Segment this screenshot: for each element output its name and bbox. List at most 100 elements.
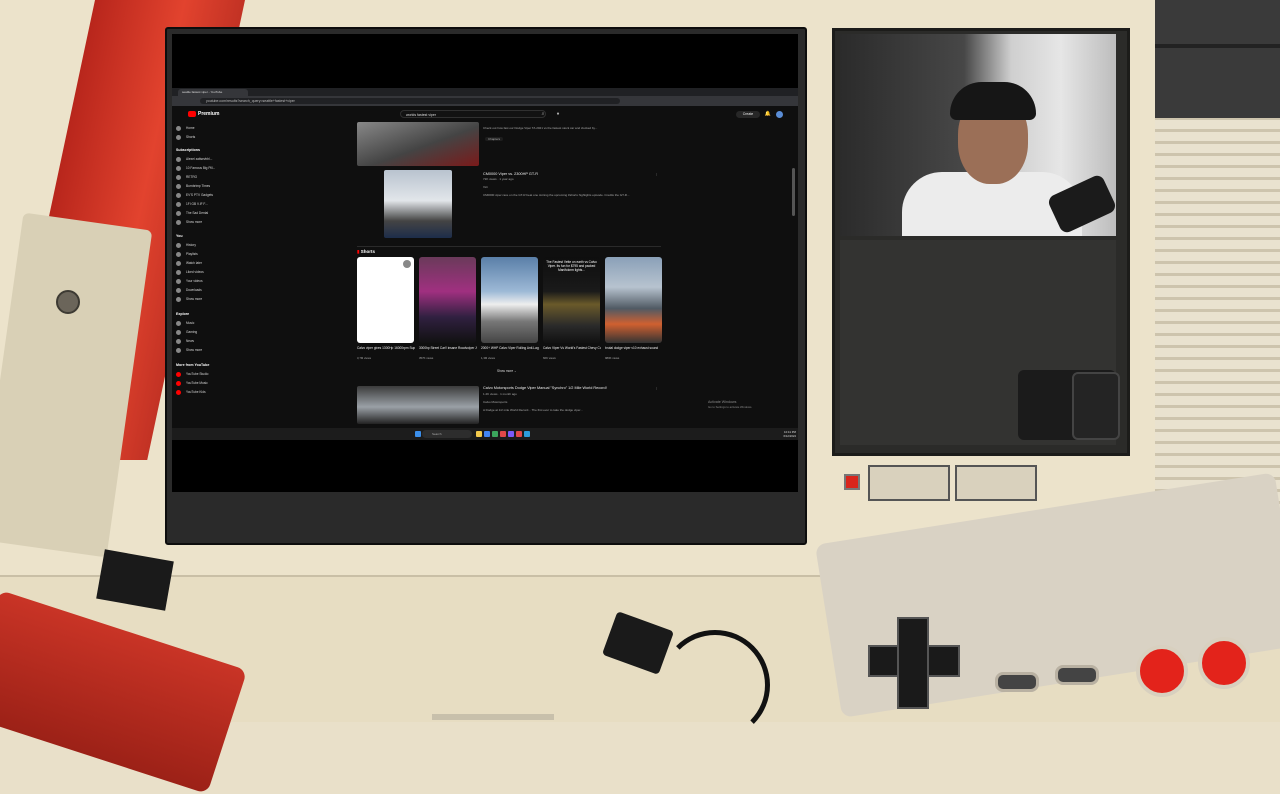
sidebar-item-watch-later[interactable]: Watch later [176, 259, 202, 268]
short-title[interactable]: Calvo viper gives 1300Hp 16000rpm Supra … [357, 346, 415, 350]
sidebar-item-studio[interactable]: YouTube Studio [176, 370, 208, 379]
sidebar-item-label: EV'S PTV Gadgets [186, 193, 214, 197]
short-title[interactable]: 2000+ WHP Calvo Viper Rolling Anti-Lag [481, 346, 539, 350]
dpad-vertical [897, 617, 929, 709]
sidebar-item-label: Gaming [186, 330, 198, 334]
page-scrollbar[interactable] [792, 168, 795, 216]
console-divider [1155, 44, 1280, 48]
news-icon [176, 338, 181, 344]
sidebar-item-label: RETRO [186, 175, 198, 179]
subscription-item[interactable]: Burnbrimp Times [176, 182, 210, 191]
sidebar-item-kids[interactable]: YouTube Kids [176, 388, 206, 397]
short-title[interactable]: 3000hp Street Car!! insane Roadvolper Jv… [419, 346, 477, 350]
channel-avatar-icon [176, 174, 181, 180]
subscription-item[interactable]: 10 Famous Big Pill... [176, 164, 215, 173]
channel-name[interactable]: Vici [483, 185, 488, 189]
app-icon[interactable] [516, 431, 522, 437]
short-thumbnail[interactable] [419, 257, 476, 343]
power-led [844, 474, 860, 490]
short-thumbnail[interactable] [605, 257, 662, 343]
you-show-more[interactable]: Show more [176, 295, 202, 304]
sidebar-item-label: Playlists [186, 252, 198, 256]
sidebar-item-music[interactable]: Music [176, 319, 194, 328]
sidebar-item-label: Show more [186, 348, 203, 352]
sidebar-item-music-app[interactable]: YouTube Music [176, 379, 208, 388]
subscription-item[interactable]: EV'S PTV Gadgets [176, 191, 213, 200]
short-thumbnail[interactable]: The Fastest Vette on earth vs Calvo Vipe… [543, 257, 600, 343]
webcam-feed [840, 34, 1116, 236]
avatar[interactable] [776, 111, 783, 118]
chevron-down-icon: ⌄ [514, 369, 517, 373]
shorts-show-more-button[interactable]: Show more ⌄ [497, 369, 517, 373]
start-icon[interactable] [415, 431, 421, 437]
video-thumbnail[interactable] [357, 122, 479, 166]
app-icon[interactable] [524, 431, 530, 437]
mic-icon[interactable]: ● [554, 111, 562, 118]
explore-header: Explore [176, 312, 190, 316]
subscription-item[interactable]: The Sad Dental [176, 209, 208, 218]
channel-name[interactable]: Calvo Motorsports [483, 400, 507, 404]
sidebar-item-your-videos[interactable]: Your videos [176, 277, 203, 286]
taskbar-search[interactable]: Search [422, 430, 472, 438]
video-thumbnail[interactable] [384, 170, 452, 238]
subscription-item[interactable]: Alexei zaitsevbhl... [176, 155, 212, 164]
browser-tabstrip [172, 88, 798, 96]
short-title[interactable]: Calvo Viper Vs World's Fastest Chevy Cor… [543, 346, 601, 350]
sidebar-item-shorts[interactable]: Shorts [176, 133, 195, 142]
search-input[interactable]: worlds fastest viper [400, 110, 546, 118]
youtube-logo[interactable]: Premium [188, 110, 219, 118]
video-title[interactable]: Calvo Motorsports Dodge Viper Manual "Sy… [483, 386, 607, 391]
explore-show-more[interactable]: Show more [176, 346, 202, 355]
sidebar-item-label: Show more [186, 297, 203, 301]
short-views: 3,7M views [357, 356, 371, 360]
search-icon[interactable]: ⌕ [538, 111, 548, 118]
video-thumbnail[interactable] [357, 386, 479, 424]
subscription-item[interactable]: 1FI GB V.IF F... [176, 200, 208, 209]
sidebar-item-gaming[interactable]: Gaming [176, 328, 197, 337]
power-button [868, 465, 950, 501]
download-icon [176, 287, 181, 293]
short-views: 1,3M views [481, 356, 495, 360]
app-icon[interactable] [492, 431, 498, 437]
video-meta: 1.2K views · 1 month ago [483, 392, 517, 396]
browser-tab[interactable]: seattle fastest viper - YouTube [178, 89, 248, 96]
console-dark-panel [1155, 0, 1280, 118]
sidebar-item-downloads[interactable]: Downloads [176, 286, 202, 295]
sidebar-item-history[interactable]: History [176, 241, 196, 250]
sidebar-item-playlists[interactable]: Playlists [176, 250, 198, 259]
sidebar-item-liked[interactable]: Liked videos [176, 268, 204, 277]
app-icon[interactable] [508, 431, 514, 437]
sidebar-item-home[interactable]: Home [176, 124, 195, 133]
loading-icon [403, 260, 411, 268]
app-icon[interactable] [500, 431, 506, 437]
gaming-icon [176, 329, 181, 335]
taskbar-clock[interactable]: 10:41 PM 6/12/2024 [768, 430, 796, 438]
you-header[interactable]: You [176, 232, 183, 241]
youtube-kids-icon [176, 389, 181, 395]
short-views: 66K views [543, 356, 556, 360]
more-from-youtube-header: More from YouTube [176, 363, 210, 367]
bell-icon[interactable]: 🔔 [764, 111, 772, 118]
create-button[interactable]: Create [736, 111, 760, 118]
subscriptions-show-more[interactable]: Show more [176, 218, 202, 227]
sidebar-item-label: The Sad Dental [186, 211, 209, 215]
controller-cable [660, 630, 770, 740]
sidebar: Home Shorts Subscriptions Alexei zaitsev… [172, 122, 232, 424]
thumbs-up-icon [176, 269, 181, 275]
address-bar[interactable]: youtube.com/results?search_query=seattle… [200, 98, 620, 104]
subscriptions-header[interactable]: Subscriptions [176, 146, 200, 155]
chrome-icon[interactable] [484, 431, 490, 437]
short-thumbnail[interactable] [481, 257, 538, 343]
subscription-item[interactable]: RETRO [176, 173, 197, 182]
reset-button [955, 465, 1037, 501]
overlay-edge [432, 714, 554, 720]
chapters-chip[interactable]: Chapters [485, 137, 504, 141]
sidebar-item-news[interactable]: News [176, 337, 194, 346]
sidebar-item-label: 1FI GB V.IF F... [186, 202, 208, 206]
short-title[interactable]: brutal dodge viper v10 exhaust sound [605, 346, 663, 350]
kebab-menu-icon[interactable]: ⋮ [655, 386, 658, 390]
short-thumbnail[interactable] [357, 257, 414, 343]
file-explorer-icon[interactable] [476, 431, 482, 437]
sidebar-item-label: History [186, 243, 196, 247]
kebab-menu-icon[interactable]: ⋮ [655, 172, 658, 176]
